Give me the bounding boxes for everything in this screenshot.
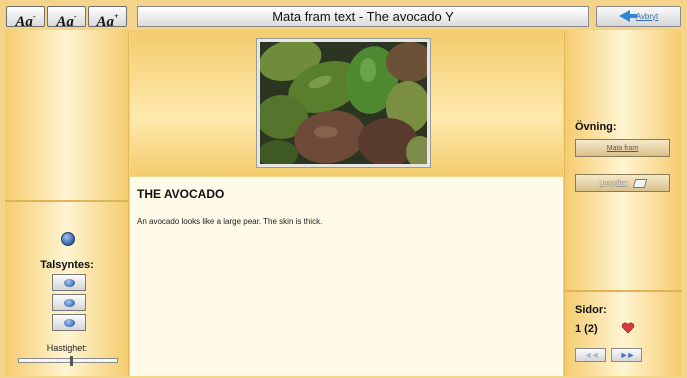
speech-stop-button[interactable] — [52, 314, 86, 331]
page-indicator: 1 (2) — [575, 323, 598, 335]
pause-icon — [63, 298, 75, 307]
body-text: An avocado looks like a large pear. The … — [137, 217, 323, 226]
exercises-button[interactable]: Uppgifter — [575, 174, 670, 192]
show-text-button[interactable]: Mata fram — [575, 139, 670, 157]
speech-play-button[interactable] — [52, 274, 86, 291]
left-divider — [5, 200, 129, 202]
avocado-photo — [256, 38, 434, 168]
speed-slider-thumb[interactable] — [70, 356, 74, 366]
avocados-image — [256, 38, 434, 168]
back-arrow-icon — [618, 10, 637, 22]
font-larger-button[interactable]: Aa+ — [88, 5, 127, 30]
content-area: THE AVOCADO An avocado looks like a larg… — [130, 30, 563, 376]
page-heading: THE AVOCADO — [137, 187, 225, 201]
exercises-button-label: Uppgifter — [599, 179, 628, 187]
speech-pause-button[interactable] — [52, 294, 86, 311]
pages-label: Sidor: — [575, 304, 607, 316]
cancel-button[interactable]: Avbryt — [596, 5, 681, 27]
text-area: THE AVOCADO An avocado looks like a larg… — [130, 177, 563, 376]
speed-slider[interactable] — [18, 356, 118, 366]
left-panel: Talsyntes: Hastighet: — [5, 30, 129, 376]
cancel-button-label: Avbryt — [635, 11, 659, 21]
app-window: Aa- Aa- Aa+ Mata fram text - The avocado… — [0, 0, 687, 378]
pencil-icon — [632, 178, 647, 188]
heart-icon[interactable] — [621, 322, 635, 334]
top-toolbar: Aa- Aa- Aa+ Mata fram text - The avocado… — [6, 5, 681, 30]
speed-label: Hastighet: — [46, 343, 88, 353]
right-divider — [565, 290, 682, 292]
font-smaller-button[interactable]: Aa- — [6, 5, 45, 30]
previous-page-button[interactable]: ◄◄ — [575, 348, 606, 362]
play-icon — [63, 278, 75, 287]
show-text-button-label: Mata fram — [606, 144, 639, 152]
next-page-button[interactable]: ►► — [611, 348, 642, 362]
font-normal-button[interactable]: Aa- — [47, 5, 86, 30]
image-area — [130, 30, 563, 176]
exercise-label: Övning: — [575, 121, 617, 133]
stop-icon — [63, 318, 75, 327]
speaker-icon[interactable] — [61, 232, 75, 246]
window-title: Mata fram text - The avocado Y — [137, 5, 589, 27]
right-panel: Övning: Mata fram Uppgifter Sidor: 1 (2)… — [564, 30, 682, 376]
speech-synthesis-label: Talsyntes: — [40, 259, 94, 271]
